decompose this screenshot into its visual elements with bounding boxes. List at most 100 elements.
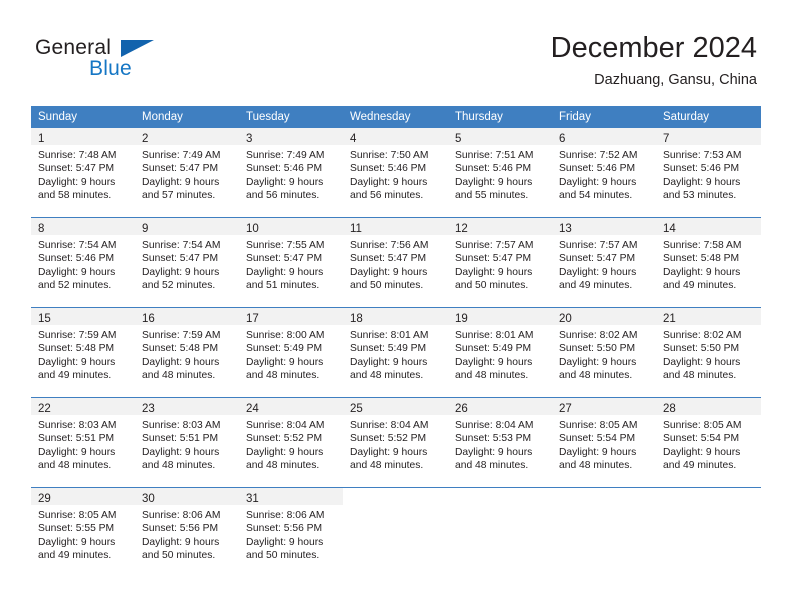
calendar-day-cell[interactable]: 4 Sunrise: 7:50 AM Sunset: 5:46 PM Daylight… bbox=[343, 128, 448, 218]
day-number: 8 bbox=[38, 223, 45, 235]
calendar-day-cell[interactable]: 18 Sunrise: 8:01 AM Sunset: 5:49 PM Dayligh… bbox=[343, 307, 448, 398]
day-info: Sunrise: 7:50 AM Sunset: 5:46 PM Daylight:… bbox=[343, 145, 448, 203]
calendar-day-cell[interactable]: 20 Sunrise: 8:02 AM Sunset: 5:50 PM Dayligh… bbox=[552, 307, 656, 398]
calendar-day-cell[interactable]: 26 Sunrise: 8:04 AM Sunset: 5:53 PM Dayligh… bbox=[448, 397, 552, 488]
calendar-week-row: 8 Sunrise: 7:54 AM Sunset: 5:46 PM Daylight… bbox=[31, 217, 761, 308]
calendar-day-cell[interactable]: 19 Sunrise: 8:01 AM Sunset: 5:49 PM Dayligh… bbox=[448, 307, 552, 398]
day-number-band: 1 bbox=[31, 128, 135, 145]
day-number-band: 16 bbox=[135, 308, 239, 325]
day-number-band: 5 bbox=[448, 128, 552, 145]
day-number-band: 21 bbox=[656, 308, 761, 325]
sunrise-text: Sunrise: 8:00 AM bbox=[246, 330, 325, 341]
day-info: Sunrise: 8:04 AM Sunset: 5:53 PM Daylight:… bbox=[448, 415, 552, 473]
daylight-text-line1: Daylight: 9 hours bbox=[559, 356, 637, 368]
sunset-text: Sunset: 5:47 PM bbox=[246, 253, 323, 265]
day-number-band: 6 bbox=[552, 128, 656, 145]
sunrise-text: Sunrise: 8:06 AM bbox=[142, 510, 221, 521]
calendar-day-cell[interactable]: 12 Sunrise: 7:57 AM Sunset: 5:47 PM Dayligh… bbox=[448, 217, 552, 308]
sunset-text: Sunset: 5:56 PM bbox=[246, 523, 323, 535]
general-blue-logo[interactable]: General Blue bbox=[35, 36, 205, 86]
day-info: Sunrise: 7:49 AM Sunset: 5:47 PM Daylight:… bbox=[135, 145, 239, 203]
calendar-day-cell[interactable]: 14 Sunrise: 7:58 AM Sunset: 5:48 PM Dayligh… bbox=[656, 217, 761, 308]
calendar-day-cell[interactable]: 28 Sunrise: 8:05 AM Sunset: 5:54 PM Dayligh… bbox=[656, 397, 761, 488]
sunrise-text: Sunrise: 8:02 AM bbox=[663, 330, 742, 341]
daylight-text-line1: Daylight: 9 hours bbox=[38, 356, 116, 368]
day-number: 1 bbox=[38, 133, 45, 145]
daylight-text-line2: and 54 minutes. bbox=[559, 190, 633, 202]
sunrise-text: Sunrise: 7:51 AM bbox=[455, 150, 534, 161]
title-block: December 2024 Dazhuang, Gansu, China bbox=[551, 30, 757, 91]
sunset-text: Sunset: 5:55 PM bbox=[38, 523, 115, 535]
day-number-band: 20 bbox=[552, 308, 656, 325]
calendar-day-cell[interactable]: 2 Sunrise: 7:49 AM Sunset: 5:47 PM Daylight… bbox=[135, 128, 239, 218]
calendar-day-cell[interactable]: 23 Sunrise: 8:03 AM Sunset: 5:51 PM Dayligh… bbox=[135, 397, 239, 488]
sunset-text: Sunset: 5:49 PM bbox=[246, 343, 323, 355]
day-cell-content: 22 Sunrise: 8:03 AM Sunset: 5:51 PM Dayligh… bbox=[31, 398, 135, 487]
sunset-text: Sunset: 5:54 PM bbox=[559, 433, 636, 445]
day-number-band: 27 bbox=[552, 398, 656, 415]
calendar-day-cell[interactable]: 17 Sunrise: 8:00 AM Sunset: 5:49 PM Dayligh… bbox=[239, 307, 343, 398]
calendar-day-cell[interactable]: 7 Sunrise: 7:53 AM Sunset: 5:46 PM Daylight… bbox=[656, 128, 761, 218]
calendar-day-cell[interactable]: 10 Sunrise: 7:55 AM Sunset: 5:47 PM Dayligh… bbox=[239, 217, 343, 308]
calendar-day-cell[interactable]: 21 Sunrise: 8:02 AM Sunset: 5:50 PM Dayligh… bbox=[656, 307, 761, 398]
sunset-text: Sunset: 5:46 PM bbox=[455, 163, 532, 175]
daylight-text-line2: and 48 minutes. bbox=[142, 370, 216, 382]
day-cell-content: 26 Sunrise: 8:04 AM Sunset: 5:53 PM Dayligh… bbox=[448, 398, 552, 487]
weekday-header-tuesday: Tuesday bbox=[239, 106, 343, 128]
sunrise-text: Sunrise: 7:49 AM bbox=[246, 150, 325, 161]
day-cell-content: 10 Sunrise: 7:55 AM Sunset: 5:47 PM Dayligh… bbox=[239, 218, 343, 307]
sunrise-text: Sunrise: 7:52 AM bbox=[559, 150, 638, 161]
calendar-day-cell[interactable]: 3 Sunrise: 7:49 AM Sunset: 5:46 PM Daylight… bbox=[239, 128, 343, 218]
daylight-text-line2: and 49 minutes. bbox=[38, 370, 112, 382]
day-number-band: 11 bbox=[343, 218, 448, 235]
calendar-day-cell[interactable]: 25 Sunrise: 8:04 AM Sunset: 5:52 PM Dayligh… bbox=[343, 397, 448, 488]
day-number-band: 2 bbox=[135, 128, 239, 145]
sunset-text: Sunset: 5:47 PM bbox=[350, 253, 427, 265]
sunset-text: Sunset: 5:51 PM bbox=[38, 433, 115, 445]
day-info: Sunrise: 8:01 AM Sunset: 5:49 PM Daylight:… bbox=[343, 325, 448, 383]
sunset-text: Sunset: 5:48 PM bbox=[38, 343, 115, 355]
calendar-day-cell[interactable]: 9 Sunrise: 7:54 AM Sunset: 5:47 PM Daylight… bbox=[135, 217, 239, 308]
calendar-day-cell[interactable]: 8 Sunrise: 7:54 AM Sunset: 5:46 PM Daylight… bbox=[31, 217, 135, 308]
sunset-text: Sunset: 5:47 PM bbox=[142, 163, 219, 175]
calendar-day-cell[interactable]: 31 Sunrise: 8:06 AM Sunset: 5:56 PM Dayligh… bbox=[239, 487, 343, 577]
sunset-text: Sunset: 5:46 PM bbox=[246, 163, 323, 175]
calendar-day-cell[interactable]: 15 Sunrise: 7:59 AM Sunset: 5:48 PM Dayligh… bbox=[31, 307, 135, 398]
sunset-text: Sunset: 5:48 PM bbox=[142, 343, 219, 355]
calendar-day-cell[interactable]: 5 Sunrise: 7:51 AM Sunset: 5:46 PM Daylight… bbox=[448, 128, 552, 218]
day-cell-content: 4 Sunrise: 7:50 AM Sunset: 5:46 PM Daylight… bbox=[343, 128, 448, 217]
day-number-band: 3 bbox=[239, 128, 343, 145]
day-cell-content: 1 Sunrise: 7:48 AM Sunset: 5:47 PM Daylight… bbox=[31, 128, 135, 217]
calendar-week-row: 15 Sunrise: 7:59 AM Sunset: 5:48 PM Dayligh… bbox=[31, 307, 761, 398]
sunrise-text: Sunrise: 8:04 AM bbox=[455, 420, 534, 431]
day-number-band bbox=[448, 488, 552, 505]
day-cell-content: 25 Sunrise: 8:04 AM Sunset: 5:52 PM Dayligh… bbox=[343, 398, 448, 487]
daylight-text-line1: Daylight: 9 hours bbox=[246, 446, 324, 458]
calendar-day-cell[interactable]: 27 Sunrise: 8:05 AM Sunset: 5:54 PM Dayligh… bbox=[552, 397, 656, 488]
daylight-text-line2: and 55 minutes. bbox=[455, 190, 529, 202]
calendar-day-cell[interactable]: 16 Sunrise: 7:59 AM Sunset: 5:48 PM Dayligh… bbox=[135, 307, 239, 398]
day-number: 30 bbox=[142, 493, 155, 505]
daylight-text-line1: Daylight: 9 hours bbox=[663, 266, 741, 278]
daylight-text-line2: and 49 minutes. bbox=[663, 460, 737, 472]
calendar-day-cell[interactable]: 24 Sunrise: 8:04 AM Sunset: 5:52 PM Dayligh… bbox=[239, 397, 343, 488]
calendar-day-cell[interactable]: 29 Sunrise: 8:05 AM Sunset: 5:55 PM Dayligh… bbox=[31, 487, 135, 577]
calendar-day-cell[interactable]: 22 Sunrise: 8:03 AM Sunset: 5:51 PM Dayligh… bbox=[31, 397, 135, 488]
calendar-day-cell[interactable]: 13 Sunrise: 7:57 AM Sunset: 5:47 PM Dayligh… bbox=[552, 217, 656, 308]
calendar-day-cell[interactable]: 30 Sunrise: 8:06 AM Sunset: 5:56 PM Dayligh… bbox=[135, 487, 239, 577]
day-info: Sunrise: 8:04 AM Sunset: 5:52 PM Daylight:… bbox=[239, 415, 343, 473]
sunset-text: Sunset: 5:54 PM bbox=[663, 433, 740, 445]
calendar-day-cell[interactable]: 1 Sunrise: 7:48 AM Sunset: 5:47 PM Daylight… bbox=[31, 128, 135, 218]
day-number: 10 bbox=[246, 223, 259, 235]
day-number-band: 13 bbox=[552, 218, 656, 235]
daylight-text-line2: and 49 minutes. bbox=[38, 550, 112, 562]
daylight-text-line1: Daylight: 9 hours bbox=[246, 266, 324, 278]
calendar-day-cell[interactable]: 11 Sunrise: 7:56 AM Sunset: 5:47 PM Dayligh… bbox=[343, 217, 448, 308]
calendar-day-cell[interactable]: 6 Sunrise: 7:52 AM Sunset: 5:46 PM Daylight… bbox=[552, 128, 656, 218]
day-number: 20 bbox=[559, 313, 572, 325]
daylight-text-line1: Daylight: 9 hours bbox=[38, 266, 116, 278]
day-cell-content: 30 Sunrise: 8:06 AM Sunset: 5:56 PM Dayligh… bbox=[135, 488, 239, 577]
daylight-text-line2: and 58 minutes. bbox=[38, 190, 112, 202]
day-number-band: 29 bbox=[31, 488, 135, 505]
day-info: Sunrise: 8:05 AM Sunset: 5:55 PM Daylight:… bbox=[31, 505, 135, 563]
